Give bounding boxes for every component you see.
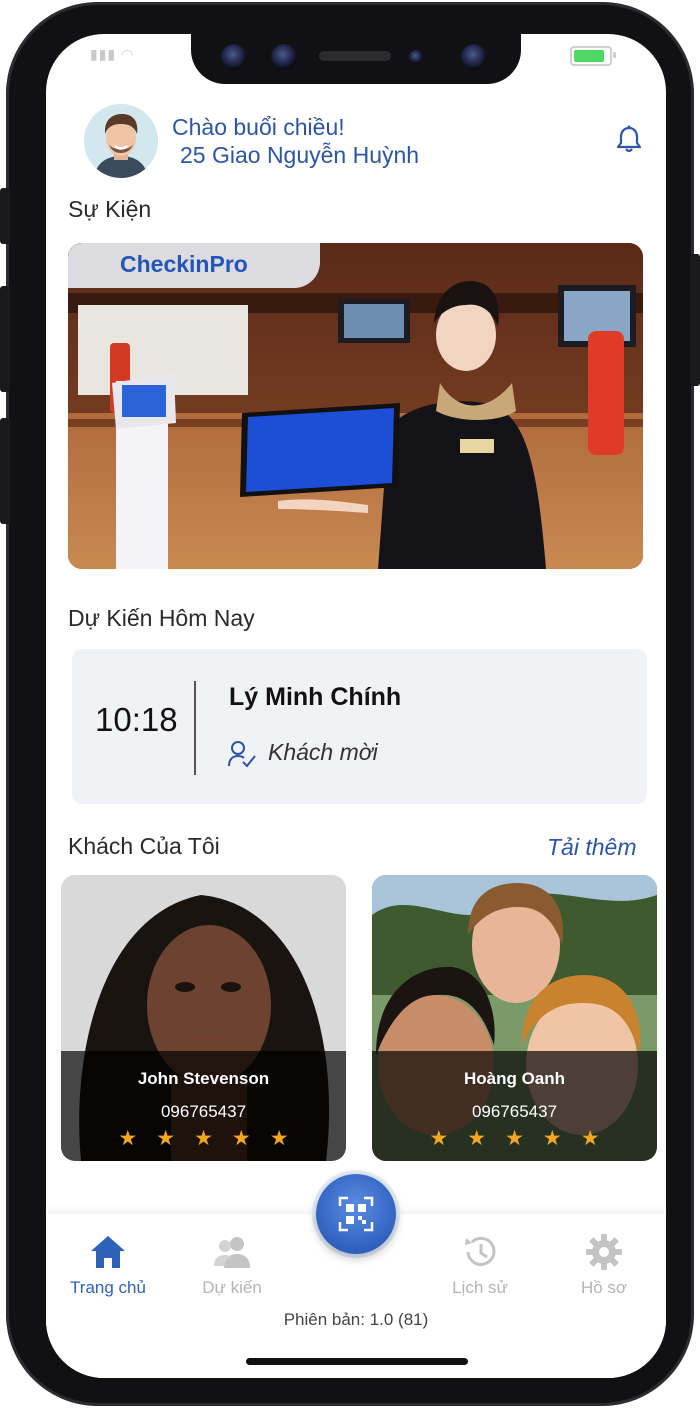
section-title-my-guests: Khách Của Tôi (68, 833, 220, 859)
tab-label: Lịch sử (452, 1278, 508, 1297)
notch (191, 34, 521, 84)
sensor-icon (271, 44, 297, 70)
guest-card[interactable]: Hoàng Oanh 096765437 ★★★★★ (372, 875, 657, 1161)
event-banner-image (68, 243, 643, 569)
power-button (690, 254, 700, 386)
guest-phone: 096765437 (471, 1102, 558, 1121)
avatar[interactable] (84, 104, 158, 178)
tab-label: Trang chủ (70, 1278, 146, 1297)
appointment-role: Khách mời (268, 739, 378, 765)
tab-history[interactable]: Lịch sử (430, 1232, 530, 1298)
phone-frame: ▮▮▮ ◠ Chào buổi chiều! 25 Giao Nguyễn Hu… (0, 2, 700, 1406)
appointment-guest-name: Lý Minh Chính (229, 683, 402, 711)
guest-phone: 096765437 (160, 1102, 247, 1121)
appointment-time: 10:18 (95, 701, 178, 738)
guest-name: John Stevenson (137, 1069, 270, 1088)
guest-info-overlay: Hoàng Oanh 096765437 ★★★★★ (372, 1051, 657, 1161)
front-camera-icon (461, 44, 487, 70)
battery-icon (570, 46, 616, 66)
guest-name: Hoàng Oanh (463, 1069, 566, 1088)
mute-switch (0, 188, 10, 244)
sensor-icon (409, 50, 423, 64)
volume-up-button (0, 286, 10, 392)
checkinpro-logo: CheckinPro (68, 243, 320, 288)
gear-icon (584, 1232, 624, 1272)
tab-profile[interactable]: Hồ sơ (554, 1232, 654, 1298)
tab-label: Dự kiến (202, 1278, 262, 1297)
scan-qr-button[interactable] (316, 1174, 396, 1254)
signal-wifi-indicator: ▮▮▮ ◠ (90, 46, 135, 62)
user-check-icon (227, 739, 257, 769)
sensor-icon (221, 44, 247, 70)
user-name: 25 Giao Nguyễn Huỳnh (180, 142, 420, 168)
app-version: Phiên bản: 1.0 (81) (283, 1310, 429, 1329)
app-screen: ▮▮▮ ◠ Chào buổi chiều! 25 Giao Nguyễn Hu… (46, 34, 666, 1378)
guest-rating-stars: ★★★★★ (429, 1127, 619, 1150)
qr-scan-icon (338, 1196, 374, 1232)
guest-rating-stars: ★★★★★ (118, 1127, 308, 1150)
tab-home[interactable]: Trang chủ (58, 1232, 158, 1298)
guest-card[interactable]: John Stevenson 096765437 ★★★★★ (61, 875, 346, 1161)
today-appointment-card[interactable]: 10:18 Lý Minh Chính Khách mời (72, 649, 647, 804)
home-icon (88, 1232, 128, 1272)
speaker-grille (319, 51, 391, 61)
tab-label: Hồ sơ (580, 1278, 628, 1297)
greeting-text: Chào buổi chiều! (172, 114, 345, 140)
guest-info-overlay: John Stevenson 096765437 ★★★★★ (61, 1051, 346, 1161)
event-banner[interactable]: CheckinPro (68, 243, 643, 569)
section-title-events: Sự Kiện (68, 196, 152, 222)
history-icon (460, 1232, 500, 1272)
bell-icon[interactable] (614, 124, 644, 154)
divider (194, 681, 196, 775)
banner-logo-text: CheckinPro (120, 251, 248, 277)
section-title-today: Dự Kiến Hôm Nay (68, 605, 255, 631)
load-more-link[interactable]: Tải thêm (547, 834, 636, 861)
volume-down-button (0, 418, 10, 524)
home-indicator[interactable] (246, 1358, 468, 1365)
people-icon (212, 1232, 252, 1272)
tab-scheduled[interactable]: Dự kiến (182, 1232, 282, 1298)
